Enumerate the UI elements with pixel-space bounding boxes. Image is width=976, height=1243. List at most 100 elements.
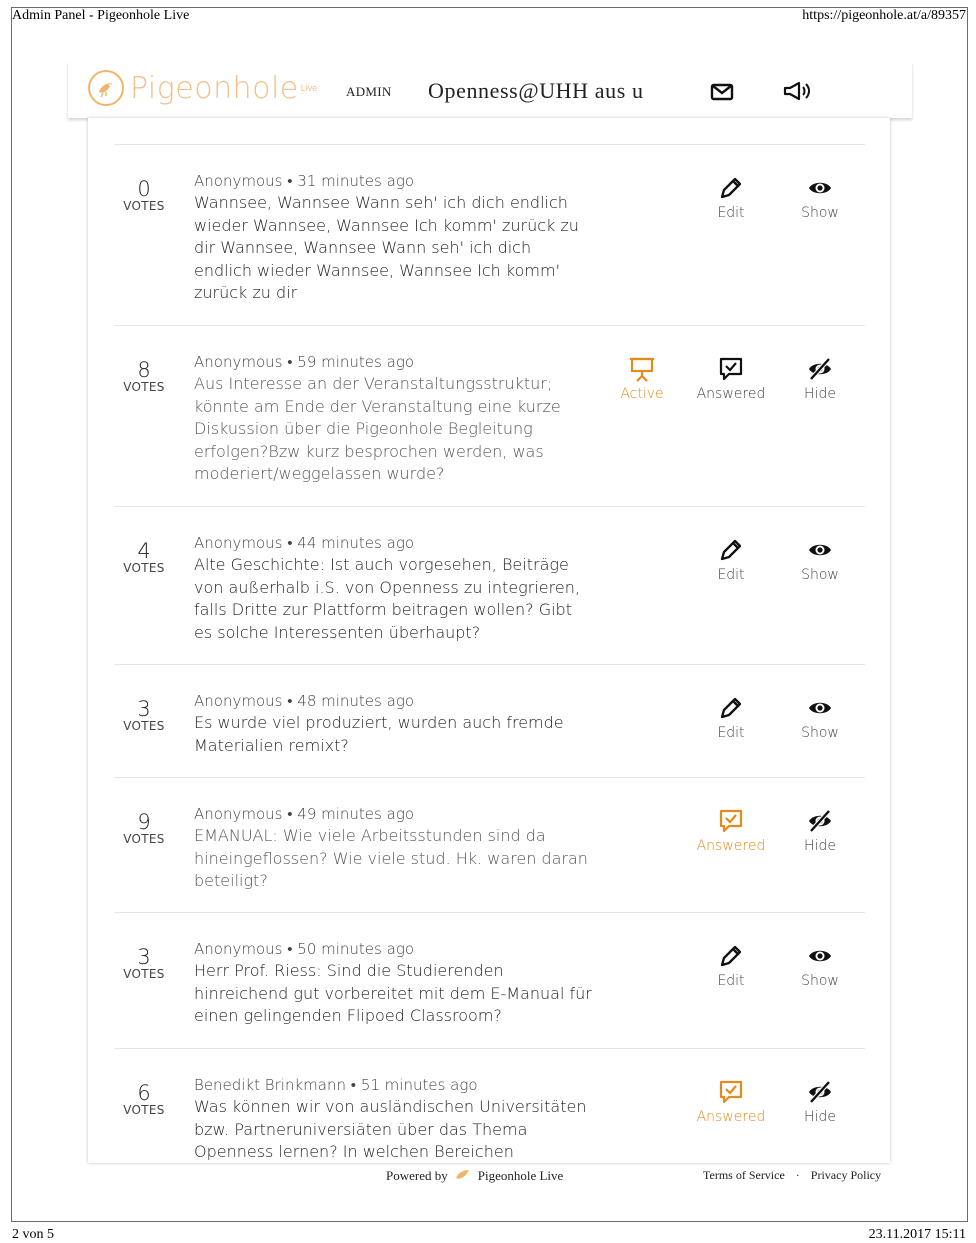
eye-icon <box>809 702 831 714</box>
meta-separator: • <box>350 1076 357 1094</box>
question-time: 31 minutes ago <box>297 172 414 190</box>
powered-by-brand[interactable]: Pigeonhole Live <box>478 1168 564 1184</box>
question-author: Benedikt Brinkmann <box>194 1076 346 1094</box>
edit-button[interactable]: Edit <box>686 537 776 583</box>
vote-counter: 4 VOTES <box>114 539 174 575</box>
eye-slash-icon <box>809 357 831 381</box>
eye-slash-icon <box>809 809 831 833</box>
question-meta: Anonymous • 59 minutes ago <box>194 353 414 371</box>
powered-by-label: Powered by <box>386 1168 448 1183</box>
question-meta: Anonymous • 50 minutes ago <box>194 940 414 958</box>
presentation-icon <box>630 357 654 382</box>
votes-label: VOTES <box>123 199 165 213</box>
megaphone-icon[interactable] <box>782 80 812 107</box>
meta-separator: • <box>287 805 293 823</box>
vote-count: 4 <box>137 539 151 563</box>
answered-button[interactable]: Answered <box>686 1079 776 1125</box>
hide-button[interactable]: Hide <box>775 1079 865 1125</box>
vote-count: 8 <box>137 358 151 382</box>
pencil-icon <box>720 539 742 561</box>
mail-icon[interactable] <box>710 82 734 107</box>
vote-counter: 9 VOTES <box>114 810 174 846</box>
vote-counter: 3 VOTES <box>114 945 174 981</box>
question-time: 51 minutes ago <box>360 1076 478 1094</box>
question-meta: Benedikt Brinkmann • 51 minutes ago <box>194 1076 478 1094</box>
votes-label: VOTES <box>123 1103 165 1117</box>
question-author: Anonymous <box>194 353 283 371</box>
question-meta: Anonymous • 49 minutes ago <box>194 805 414 823</box>
print-page-title: Admin Panel - Pigeonhole Live <box>12 8 190 23</box>
terms-link[interactable]: Terms of Service <box>703 1168 785 1182</box>
question-item: 6 VOTES Benedikt Brinkmann • 51 minutes … <box>114 1048 865 1163</box>
question-text: EMANUAL: Wie viele Arbeitsstunden sind d… <box>194 826 588 891</box>
logo-live: Live <box>300 83 318 93</box>
question-item: 3 VOTES Anonymous • 48 minutes ago Es wu… <box>114 664 865 778</box>
eye-icon <box>809 544 831 556</box>
question-item: 3 VOTES Anonymous • 50 minutes ago Herr … <box>114 912 865 1049</box>
active-button[interactable]: Active <box>597 356 687 402</box>
question-time: 59 minutes ago <box>297 353 414 371</box>
question-time: 49 minutes ago <box>297 805 414 823</box>
question-time: 44 minutes ago <box>297 534 414 552</box>
answered-icon <box>719 357 743 381</box>
hide-button[interactable]: Hide <box>775 808 865 854</box>
vote-counter: 6 VOTES <box>114 1081 174 1117</box>
question-item: 8 VOTES Anonymous • 59 minutes ago Aus I… <box>114 325 865 507</box>
meta-separator: • <box>287 692 293 710</box>
meta-separator: • <box>287 172 293 190</box>
votes-label: VOTES <box>123 380 165 394</box>
answered-button[interactable]: Answered <box>686 808 776 854</box>
question-text: Alte Geschichte: Ist auch vorgesehen, Be… <box>194 555 580 642</box>
app-header: Pigeonhole Live ADMIN Openness@UHH aus u <box>68 62 912 118</box>
question-author: Anonymous <box>194 805 283 823</box>
logo-text: Pigeonhole <box>130 70 299 106</box>
privacy-link[interactable]: Privacy Policy <box>811 1168 881 1182</box>
show-button[interactable]: Show <box>775 537 865 583</box>
answered-icon <box>719 1080 743 1104</box>
question-meta: Anonymous • 48 minutes ago <box>194 692 414 710</box>
vote-count: 6 <box>137 1081 151 1105</box>
questions-panel: 0 VOTES Anonymous • 31 minutes ago Wanns… <box>88 118 890 1163</box>
vote-counter: 0 VOTES <box>114 177 174 213</box>
eye-slash-icon <box>809 1080 831 1104</box>
question-text: Es wurde viel produziert, wurden auch fr… <box>194 713 564 755</box>
votes-label: VOTES <box>123 832 165 846</box>
pencil-icon <box>720 177 742 199</box>
show-button[interactable]: Show <box>775 695 865 741</box>
question-text: Was können wir von ausländischen Univers… <box>194 1097 587 1162</box>
vote-counter: 8 VOTES <box>114 358 174 394</box>
edit-button[interactable]: Edit <box>686 175 776 221</box>
nav-admin[interactable]: ADMIN <box>346 84 392 100</box>
votes-label: VOTES <box>123 561 165 575</box>
question-text: Wannsee, Wannsee Wann seh' ich dich endl… <box>194 193 579 303</box>
edit-button[interactable]: Edit <box>686 943 776 989</box>
footer-links: Terms of Service · Privacy Policy <box>703 1168 881 1183</box>
show-button[interactable]: Show <box>775 943 865 989</box>
hide-button[interactable]: Hide <box>775 356 865 402</box>
votes-label: VOTES <box>123 967 165 981</box>
bird-logo-icon <box>454 1167 472 1185</box>
show-button[interactable]: Show <box>775 175 865 221</box>
footer-separator: · <box>795 1168 800 1182</box>
answered-button[interactable]: Answered <box>686 356 776 402</box>
vote-count: 3 <box>137 945 151 969</box>
question-author: Anonymous <box>194 172 283 190</box>
bird-logo-icon <box>88 70 124 106</box>
pencil-icon <box>720 697 742 719</box>
question-time: 50 minutes ago <box>297 940 414 958</box>
eye-icon <box>809 950 831 962</box>
print-url: https://pigeonhole.at/a/89357 <box>802 8 966 23</box>
question-text: Aus Interesse an der Veranstaltungsstruk… <box>194 374 561 484</box>
question-meta: Anonymous • 44 minutes ago <box>194 534 414 552</box>
votes-label: VOTES <box>123 719 165 733</box>
vote-count: 9 <box>137 810 151 834</box>
print-datetime: 23.11.2017 15:11 <box>868 1227 966 1242</box>
question-author: Anonymous <box>194 940 283 958</box>
powered-by: Powered by Pigeonhole Live <box>386 1167 563 1185</box>
event-title[interactable]: Openness@UHH aus u <box>428 78 644 104</box>
edit-button[interactable]: Edit <box>686 695 776 741</box>
meta-separator: • <box>287 353 293 371</box>
pigeonhole-logo[interactable]: Pigeonhole Live <box>88 70 317 106</box>
question-author: Anonymous <box>194 534 283 552</box>
question-item: 9 VOTES Anonymous • 49 minutes ago EMANU… <box>114 777 865 913</box>
